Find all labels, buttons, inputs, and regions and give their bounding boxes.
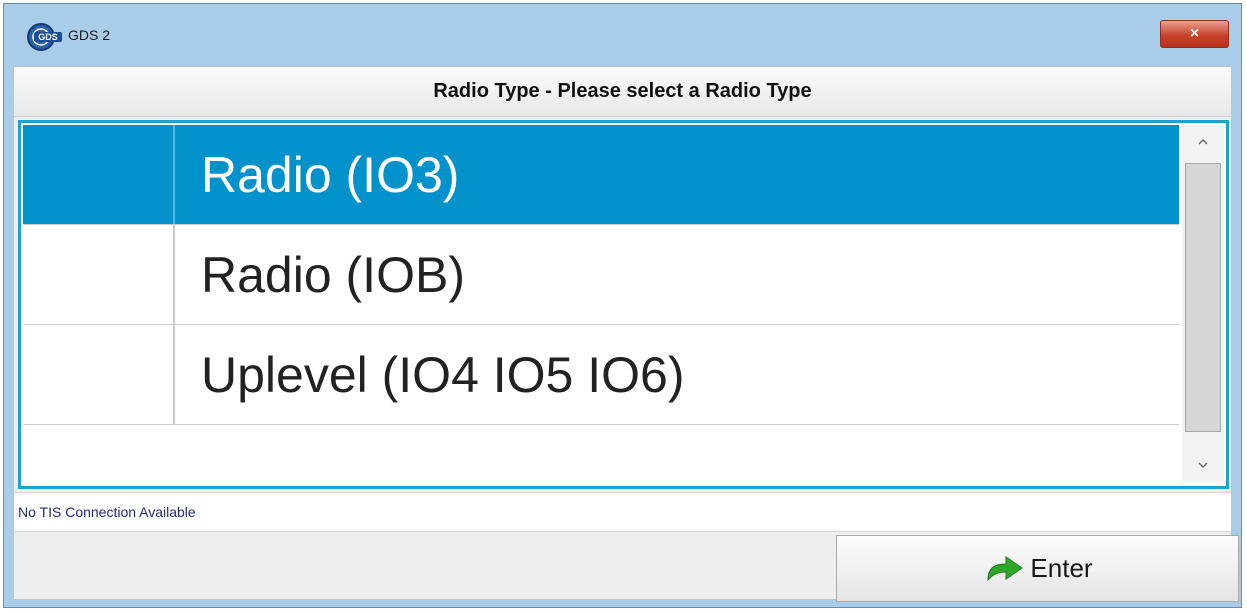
row-gutter [23, 325, 175, 424]
radio-type-list: Radio (IO3) Radio (IOB) Uplevel (IO4 IO5… [18, 120, 1229, 489]
list-item-label: Radio (IO3) [201, 146, 460, 203]
list-item[interactable]: Radio (IO3) [23, 125, 1179, 225]
list-item-label: Radio (IOB) [201, 246, 465, 303]
chevron-up-icon [1198, 139, 1208, 145]
gds-logo-icon: GDS [27, 23, 62, 51]
dialog-header: Radio Type - Please select a Radio Type [14, 67, 1231, 117]
svg-text:GDS: GDS [38, 32, 58, 42]
scroll-up-button[interactable] [1182, 125, 1224, 159]
row-gutter [23, 225, 175, 324]
green-arrow-icon [987, 555, 1024, 581]
vertical-scrollbar[interactable] [1182, 125, 1224, 482]
status-bar: No TIS Connection Available [14, 492, 1231, 532]
window-title: GDS 2 [68, 27, 111, 43]
row-gutter [23, 125, 175, 224]
close-button[interactable]: × [1160, 20, 1229, 48]
app-window: GDS GDS 2 × Radio Type - Please select a… [3, 3, 1242, 608]
enter-button-label: Enter [1030, 553, 1093, 583]
list-item-label: Uplevel (IO4 IO5 IO6) [201, 346, 685, 403]
enter-button[interactable]: Enter [836, 535, 1239, 602]
scroll-down-button[interactable] [1182, 448, 1224, 482]
list-item[interactable]: Radio (IOB) [23, 225, 1179, 325]
close-icon: × [1189, 25, 1200, 42]
title-bar[interactable]: GDS GDS 2 × [4, 4, 1241, 66]
chevron-down-icon [1198, 462, 1208, 468]
client-area: Radio Type - Please select a Radio Type … [13, 66, 1239, 602]
scroll-thumb[interactable] [1185, 163, 1221, 432]
list-item[interactable]: Uplevel (IO4 IO5 IO6) [23, 325, 1179, 425]
